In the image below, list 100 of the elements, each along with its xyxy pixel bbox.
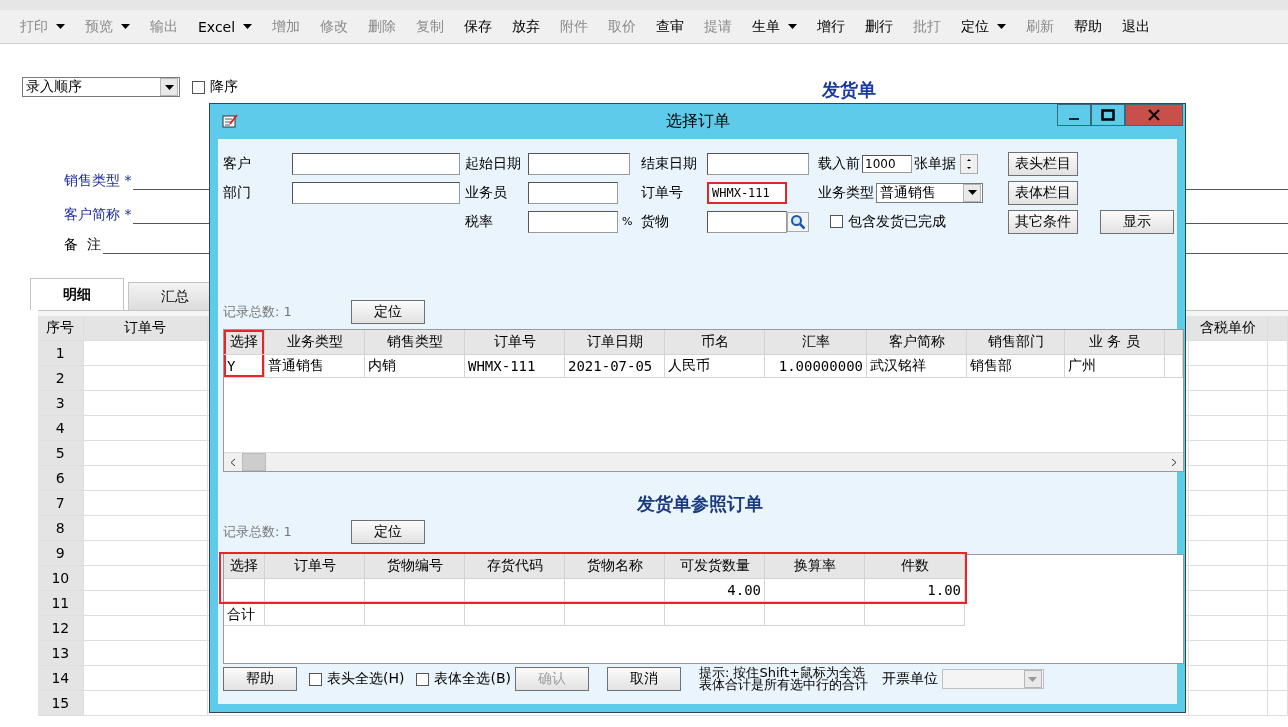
column-header: 选择 <box>224 330 265 355</box>
column-header: 汇率 <box>765 330 867 355</box>
window-title: 选择订单 <box>665 110 730 132</box>
column-header: 货物编号 <box>365 554 465 579</box>
field-label: 货物 <box>641 212 670 231</box>
column-header: 客户简称 <box>867 330 967 355</box>
cancel-button[interactable]: 取消 <box>607 667 681 691</box>
maximize-button[interactable] <box>1091 104 1125 126</box>
table-cell <box>1165 355 1183 378</box>
toolbar-button[interactable]: 生单 <box>742 11 808 42</box>
body-columns-button[interactable]: 表体栏目 <box>1008 180 1078 205</box>
field-label: 税率 <box>465 212 494 231</box>
scroll-thumb[interactable] <box>242 453 266 471</box>
hint-text: 提示: 按住Shift+鼠标为全选 表体合计是所有选中行的合计 <box>699 667 868 691</box>
field-label: 张单据 <box>914 154 956 173</box>
table-cell: WHMX-111 <box>465 355 565 378</box>
column-header: 销售类型 <box>365 330 465 355</box>
row-number: 7 <box>38 491 84 516</box>
close-icon <box>1148 109 1160 121</box>
column-header: 业务类型 <box>265 330 365 355</box>
total-label: 合计 <box>224 604 265 626</box>
table-cell: 销售部 <box>967 355 1065 378</box>
input-field[interactable] <box>707 152 809 175</box>
column-header: 货物名称 <box>565 554 665 579</box>
row-number: 3 <box>38 391 84 416</box>
search-button[interactable] <box>787 211 809 232</box>
toolbar-button[interactable]: 退出 <box>1112 11 1161 42</box>
toolbar-button[interactable]: 增行 <box>807 11 856 42</box>
row-number: 13 <box>38 641 84 666</box>
record-count: 记录总数: 1 <box>223 523 293 541</box>
field-label: 备 注 <box>64 236 101 254</box>
checkbox[interactable] <box>830 215 843 228</box>
column-header: 订单号 <box>83 316 208 341</box>
column-header: 可发货数量 <box>665 554 765 579</box>
field-label: 开票单位 <box>882 670 938 688</box>
checkbox-label: 表体全选(B) <box>434 670 511 688</box>
column-header: 订单号 <box>465 330 565 355</box>
field-label: 载入前 <box>818 154 860 173</box>
table-cell: 1.00000000 <box>765 355 867 378</box>
column-header: 存货代码 <box>465 554 565 579</box>
checkbox[interactable] <box>309 672 322 686</box>
row-number: 2 <box>38 366 84 391</box>
row-number: 10 <box>38 566 84 591</box>
other-conditions-button[interactable]: 其它条件 <box>1008 209 1078 234</box>
caret-icon <box>967 190 977 195</box>
caret-icon <box>164 84 174 90</box>
toolbar-button[interactable]: 放弃 <box>502 11 551 42</box>
table-cell: 人民币 <box>665 355 765 378</box>
type-dropdown[interactable]: 普通销售 <box>876 182 983 203</box>
column-header: 选择 <box>224 554 265 579</box>
input-field[interactable] <box>292 152 460 175</box>
search-icon <box>790 213 806 230</box>
toolbar-button[interactable]: 删行 <box>855 11 904 42</box>
table-cell <box>224 579 265 602</box>
field-label: 销售类型 * <box>64 172 132 190</box>
unit-label: % <box>622 215 633 228</box>
table-cell: 2021-07-05 <box>565 355 665 378</box>
column-header: 含税单价 <box>1188 316 1269 341</box>
help-button[interactable]: 帮助 <box>223 667 297 691</box>
toolbar-button[interactable]: 查审 <box>646 11 695 42</box>
minimize-icon <box>1069 118 1079 120</box>
notepad-icon <box>222 114 238 128</box>
checkbox[interactable] <box>416 672 430 686</box>
input-field[interactable] <box>528 210 618 233</box>
column-header: 件数 <box>865 554 965 579</box>
locate-button[interactable]: 定位 <box>351 300 425 324</box>
section-title: 发货单参照订单 <box>636 492 764 516</box>
row-number: 5 <box>38 441 84 466</box>
sort-dropdown[interactable]: 录入顺序 <box>22 77 180 97</box>
toolbar-button[interactable]: 帮助 <box>1064 11 1113 42</box>
locate-button[interactable]: 定位 <box>351 520 425 544</box>
field-label: 部门 <box>223 183 252 202</box>
input-field[interactable]: 1000 <box>862 154 912 173</box>
tab[interactable]: 明细 <box>30 278 124 310</box>
show-button[interactable]: 显示 <box>1100 209 1174 234</box>
column-header: 币名 <box>665 330 765 355</box>
horizontal-scrollbar[interactable] <box>224 452 1183 471</box>
input-field[interactable]: WHMX-111 <box>707 181 787 204</box>
column-header: 业 务 员 <box>1065 330 1165 355</box>
toolbar-button[interactable]: 保存 <box>454 11 503 42</box>
scroll-right-icon[interactable] <box>1170 457 1178 467</box>
field-label: 客户 <box>223 154 252 173</box>
input-field[interactable] <box>292 181 460 204</box>
close-button[interactable] <box>1125 104 1183 126</box>
table-cell: Y <box>224 355 265 378</box>
column-header <box>1268 316 1288 341</box>
input-field[interactable] <box>528 181 618 204</box>
spinner-icon[interactable] <box>960 153 978 174</box>
scroll-left-icon[interactable] <box>229 457 237 467</box>
table-cell: 武汉铭祥 <box>867 355 967 378</box>
checkbox[interactable] <box>192 80 205 94</box>
toolbar-button[interactable]: 定位 <box>951 11 1017 42</box>
minimize-button[interactable] <box>1057 104 1091 126</box>
input-field[interactable] <box>528 152 630 175</box>
column-header: 订单号 <box>265 554 365 579</box>
toolbar-button[interactable]: Excel <box>188 11 263 42</box>
header-columns-button[interactable]: 表头栏目 <box>1008 151 1078 176</box>
document-title: 发货单 <box>822 78 876 102</box>
column-header: 序号 <box>38 316 84 341</box>
input-field[interactable] <box>707 210 787 233</box>
